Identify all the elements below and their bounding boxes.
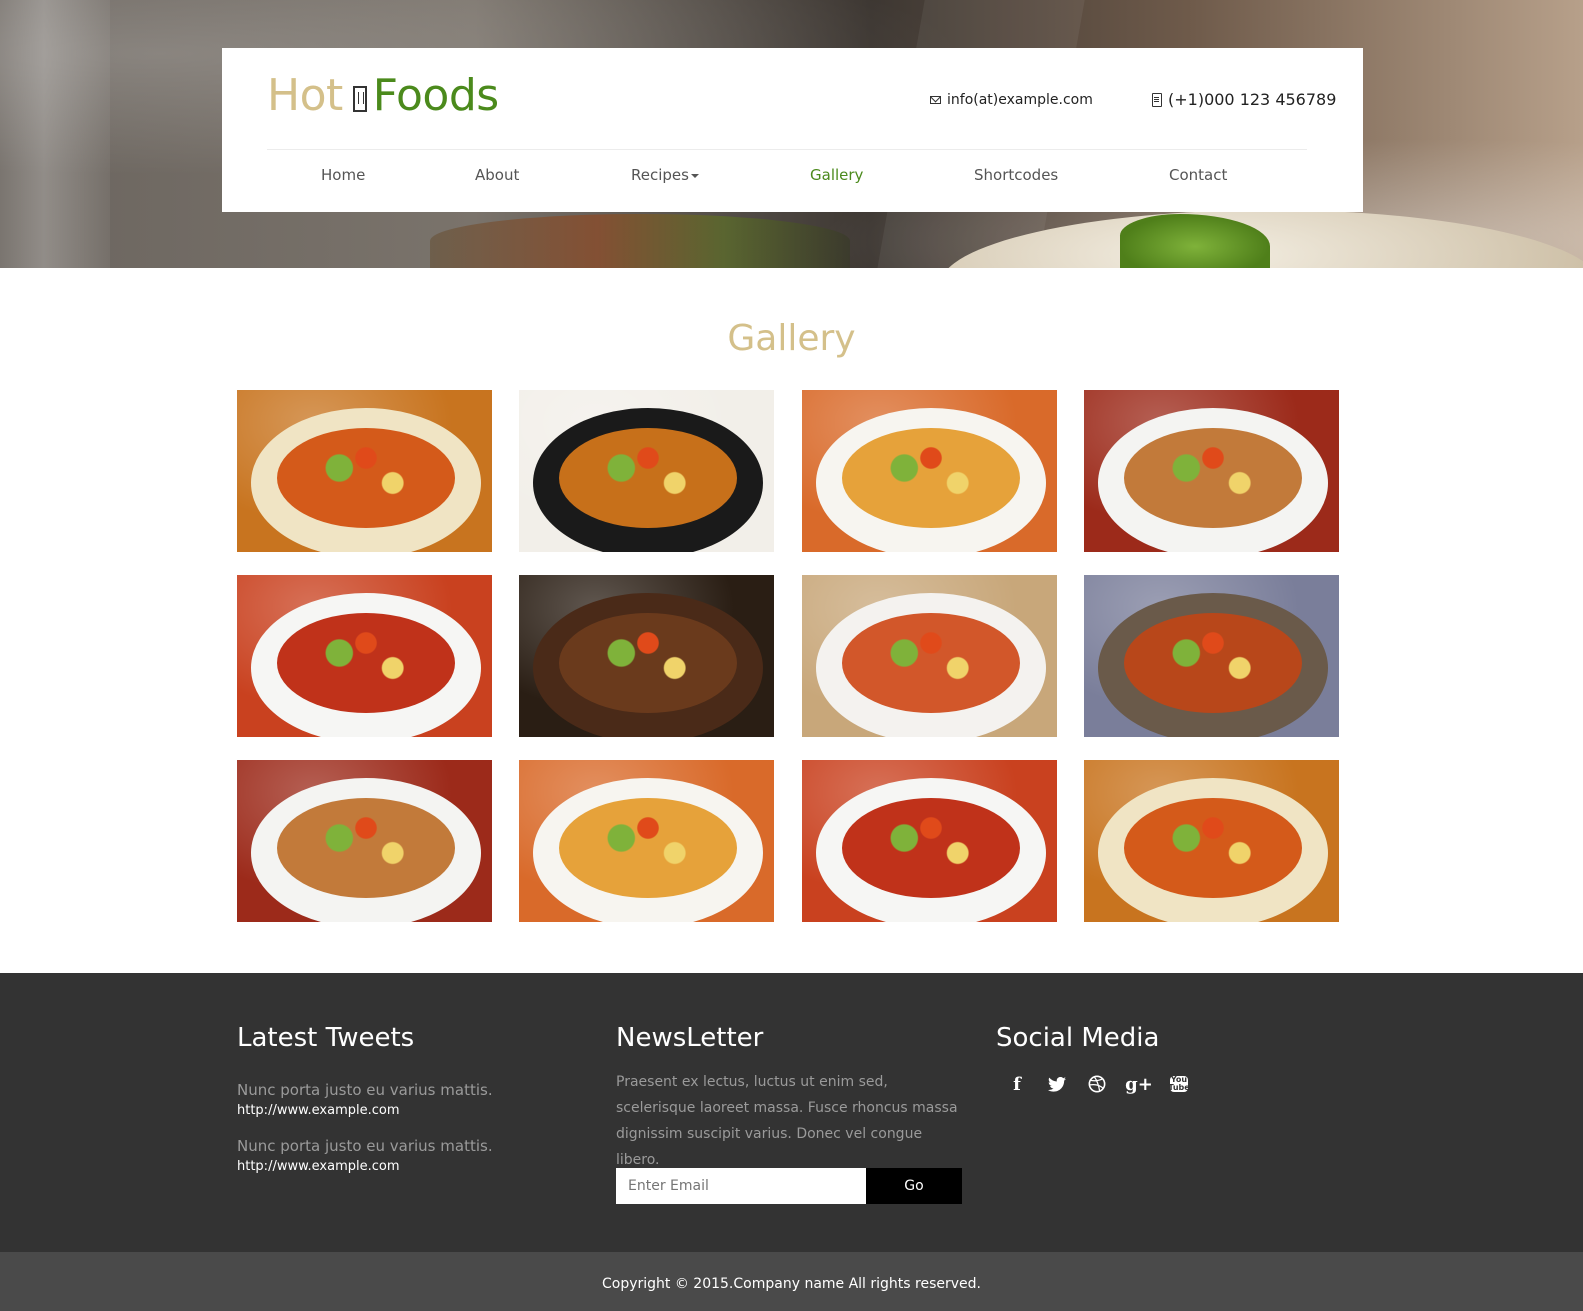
newsletter-email-input[interactable] <box>616 1168 866 1204</box>
tweet-link[interactable]: http://www.example.com <box>237 1103 493 1118</box>
social-title: Social Media <box>996 1023 1160 1053</box>
header: Hot Foods info(at)example.com (+1)000 123… <box>222 48 1363 212</box>
social-icons: f g+ You Tube <box>1006 1073 1190 1095</box>
dish-food <box>1124 798 1302 898</box>
dish-food <box>842 613 1020 713</box>
envelope-icon <box>930 96 941 104</box>
nav-item-about[interactable]: About <box>475 166 519 184</box>
dish-food <box>559 798 737 898</box>
main-nav: Home About Recipes Gallery Shortcodes Co… <box>267 166 1307 198</box>
nav-item-contact[interactable]: Contact <box>1169 166 1227 184</box>
tweets-title: Latest Tweets <box>237 1023 415 1053</box>
newsletter-title: NewsLetter <box>616 1023 764 1053</box>
dish-food <box>842 428 1020 528</box>
dish-food <box>277 428 455 528</box>
tweet-link[interactable]: http://www.example.com <box>237 1159 493 1174</box>
site-logo[interactable]: Hot Foods <box>267 70 499 121</box>
gallery-grid <box>237 390 1347 925</box>
dish-food <box>277 798 455 898</box>
nav-item-shortcodes[interactable]: Shortcodes <box>974 166 1058 184</box>
logo-word-foods: Foods <box>372 70 499 121</box>
dribbble-icon[interactable] <box>1086 1073 1108 1095</box>
tweet-item: Nunc porta justo eu varius mattis. http:… <box>237 1081 493 1118</box>
header-phone-text: (+1)000 123 456789 <box>1168 90 1337 109</box>
phone-icon <box>1152 92 1162 107</box>
gallery-image-noodles-2[interactable] <box>519 760 774 922</box>
gallery-image-soup-bowl[interactable] <box>237 390 492 552</box>
gallery-image-bruschetta[interactable] <box>237 575 492 737</box>
gallery-image-soup-bowl-2[interactable] <box>1084 760 1339 922</box>
hero-glass-image <box>0 0 110 268</box>
facebook-icon[interactable]: f <box>1006 1073 1028 1095</box>
gallery-image-croissant-plate[interactable] <box>1084 390 1339 552</box>
tweet-text: Nunc porta justo eu varius mattis. <box>237 1081 493 1099</box>
logo-word-hot: Hot <box>267 70 343 121</box>
dish-food <box>277 613 455 713</box>
twitter-icon[interactable] <box>1046 1073 1068 1095</box>
nav-item-home[interactable]: Home <box>321 166 365 184</box>
caret-down-icon <box>690 173 699 178</box>
gallery-image-noodles[interactable] <box>802 390 1057 552</box>
nav-item-recipes-label: Recipes <box>631 166 689 184</box>
dish-food <box>559 428 737 528</box>
dish-food <box>1124 428 1302 528</box>
tweet-item: Nunc porta justo eu varius mattis. http:… <box>237 1137 493 1174</box>
gallery-image-hotpot[interactable] <box>519 390 774 552</box>
nav-item-gallery[interactable]: Gallery <box>810 166 863 184</box>
nav-item-recipes[interactable]: Recipes <box>631 166 699 184</box>
header-email[interactable]: info(at)example.com <box>930 92 1093 108</box>
gallery-image-bruschetta-2[interactable] <box>802 760 1057 922</box>
youtube-icon[interactable]: You Tube <box>1168 1076 1190 1092</box>
gallery-image-grilled-meat[interactable] <box>519 575 774 737</box>
header-divider <box>267 149 1307 150</box>
dish-food <box>842 798 1020 898</box>
dish-food <box>559 613 737 713</box>
newsletter-text: Praesent ex lectus, luctus ut enim sed, … <box>616 1074 958 1168</box>
header-email-text: info(at)example.com <box>947 92 1093 108</box>
footer: Latest Tweets Nunc porta justo eu varius… <box>0 973 1583 1252</box>
newsletter-go-button[interactable]: Go <box>866 1168 962 1204</box>
gallery-image-noodle-soup[interactable] <box>802 575 1057 737</box>
building-icon <box>352 86 367 112</box>
copyright-bar: Copyright © 2015.Company name All rights… <box>0 1252 1583 1311</box>
hero-food-image <box>430 214 850 268</box>
tweet-text: Nunc porta justo eu varius mattis. <box>237 1137 493 1155</box>
gallery-title: Gallery <box>727 318 856 359</box>
newsletter-form: Go <box>616 1168 962 1204</box>
header-phone[interactable]: (+1)000 123 456789 <box>1152 90 1336 109</box>
dish-food <box>1124 613 1302 713</box>
copyright-text: Copyright © 2015.Company name All rights… <box>602 1276 981 1292</box>
google-plus-icon[interactable]: g+ <box>1125 1073 1153 1095</box>
gallery-image-fried-rice[interactable] <box>1084 575 1339 737</box>
gallery-image-croissant-plate-2[interactable] <box>237 760 492 922</box>
